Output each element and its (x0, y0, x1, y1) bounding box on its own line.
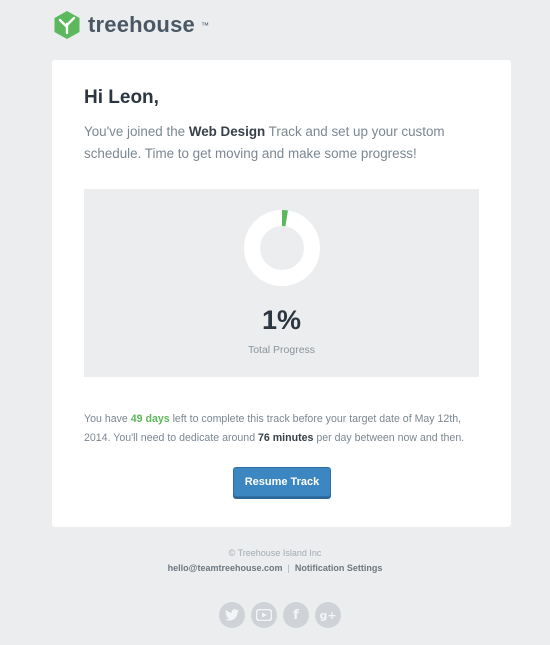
progress-panel: 1% Total Progress (84, 189, 479, 377)
progress-label: Total Progress (247, 344, 316, 356)
brand-tm: ™ (200, 20, 209, 30)
twitter-icon[interactable] (219, 602, 245, 628)
track-name: Web Design (188, 124, 266, 139)
email-link[interactable]: hello@teamtreehouse.com (168, 563, 283, 573)
daily-minutes: 76 minutes (258, 432, 314, 444)
greeting: Hi Leon, (84, 87, 159, 108)
youtube-icon[interactable] (251, 602, 277, 628)
progress-ring-track (244, 210, 320, 286)
footer-links: hello@teamtreehouse.com | Notification Set… (0, 563, 550, 573)
footer: © Treehouse Island Inc hello@teamtreehou… (0, 548, 550, 573)
resume-track-button[interactable]: Resume Track (233, 467, 331, 497)
treehouse-logo-icon (54, 11, 80, 39)
brand-name: treehouse (88, 12, 195, 37)
days-remaining: 49 days (130, 413, 170, 425)
summary-text: You have 49 days left to complete this t… (84, 413, 465, 444)
social-links: f g+ (219, 602, 341, 628)
treehouse-logo[interactable]: treehouse ™ (52, 10, 209, 40)
notification-settings-link[interactable]: Notification Settings (295, 563, 383, 573)
progress-ring (244, 210, 320, 286)
facebook-icon[interactable]: f (283, 602, 309, 628)
google-plus-icon[interactable]: g+ (315, 602, 341, 628)
copyright: © Treehouse Island Inc (228, 548, 322, 558)
email-card: Hi Leon, You've joined the Web Design Tr… (52, 60, 511, 527)
footer-separator: | (287, 563, 290, 573)
intro-text: You've joined the Web Design Track and s… (84, 124, 445, 161)
progress-percentage: 1% (261, 305, 302, 335)
